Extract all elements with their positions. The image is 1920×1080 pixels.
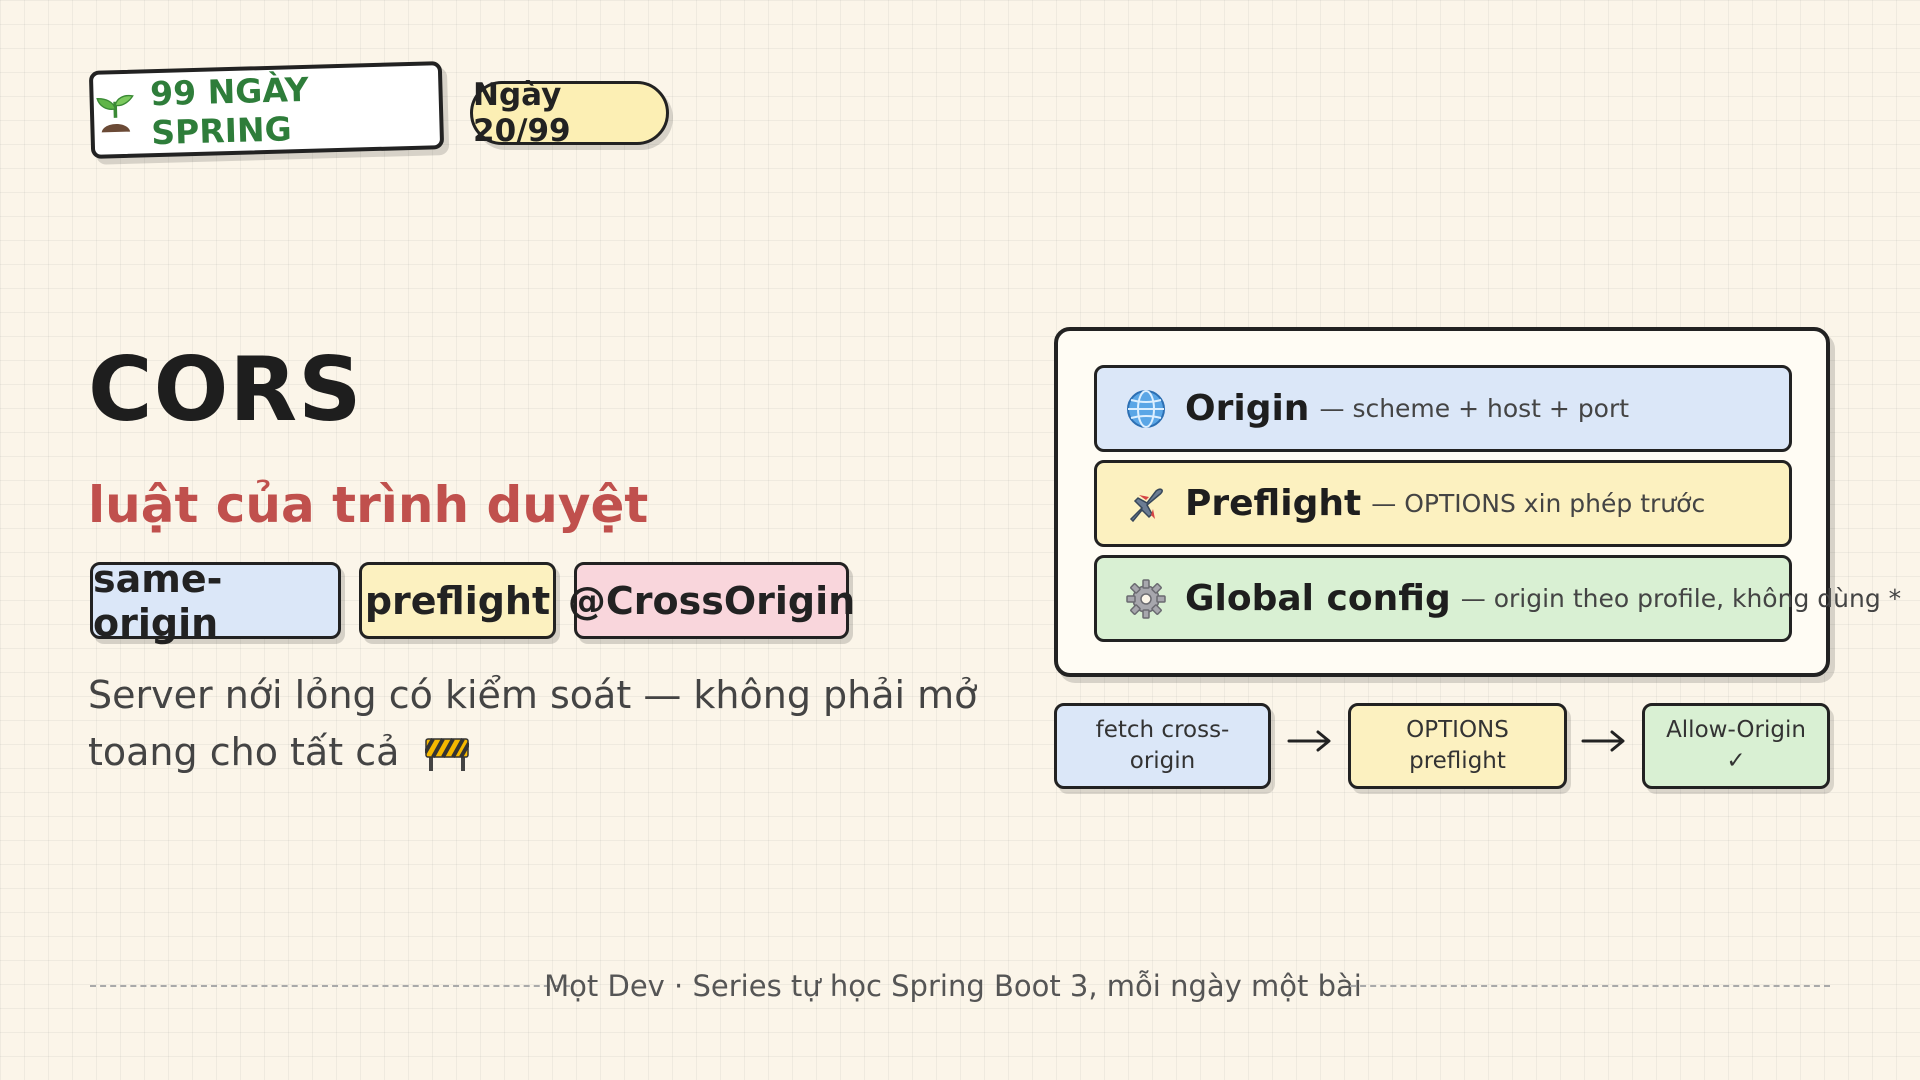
flow-step-line: ✓ [1726, 748, 1746, 774]
description: Server nới lỏng có kiểm soát — không phả… [88, 667, 1018, 781]
flow-step-options: OPTIONS preflight [1348, 703, 1567, 789]
footer: Mọt Dev · Series tự học Spring Boot 3, m… [544, 968, 1362, 1004]
flow-step-line: Allow-Origin [1666, 717, 1806, 743]
row-title: Preflight [1185, 483, 1362, 524]
gear-icon [1126, 578, 1166, 619]
tag-preflight: preflight [359, 562, 556, 639]
concept-panel: Origin — scheme + host + port Preflight … [1054, 327, 1901, 677]
panel-row-origin: Origin — scheme + host + port [1094, 365, 1792, 452]
footer-divider-right [1350, 985, 1830, 987]
arrow-right-icon [1287, 730, 1331, 752]
flow-step-line: origin [1129, 748, 1196, 774]
row-separator: — [1371, 489, 1397, 518]
tag-crossorigin: @CrossOrigin [568, 562, 855, 639]
airplane-icon [1129, 487, 1163, 522]
panel-row-preflight: Preflight — OPTIONS xin phép trước [1094, 460, 1792, 547]
page-title: CORS [88, 338, 363, 441]
row-title: Origin [1185, 388, 1310, 429]
row-title: Global config [1185, 578, 1451, 619]
row-detail: origin theo profile, không dùng * [1493, 584, 1902, 613]
row-separator: — [1460, 584, 1486, 613]
flow-step-fetch: fetch cross- origin [1054, 703, 1271, 789]
flow-step-line: fetch cross- [1095, 717, 1230, 743]
sprout-icon [96, 94, 134, 133]
row-detail: OPTIONS xin phép trước [1404, 489, 1706, 518]
flow-step-line: preflight [1409, 748, 1506, 774]
series-badge: 99 NGÀY SPRING [88, 61, 445, 159]
day-badge: Ngày 20/99 [470, 77, 669, 149]
tag-label: @CrossOrigin [567, 578, 856, 623]
tag-label: same-origin [93, 556, 223, 645]
footer-text: Mọt Dev · Series tự học Spring Boot 3, m… [544, 969, 1362, 1003]
row-separator: — [1319, 394, 1345, 423]
row-detail: scheme + host + port [1352, 394, 1630, 423]
globe-icon [1127, 389, 1165, 428]
series-label: 99 NGÀY SPRING [149, 69, 310, 153]
construction-barrier-icon [425, 738, 470, 771]
arrow-right-icon [1581, 730, 1625, 752]
footer-divider-left [90, 985, 570, 987]
flow-step-line: OPTIONS [1406, 717, 1509, 743]
flow-step-allow-origin: Allow-Origin ✓ [1642, 703, 1830, 789]
day-label: Ngày 20/99 [473, 77, 571, 149]
page-subtitle: luật của trình duyệt [88, 476, 649, 534]
panel-row-global-config: Global config — origin theo profile, khô… [1094, 555, 1901, 642]
tag-label: preflight [364, 578, 551, 623]
tag-same-origin: same-origin [90, 557, 341, 645]
description-text: Server nới lỏng có kiểm soát — không phả… [88, 673, 978, 774]
